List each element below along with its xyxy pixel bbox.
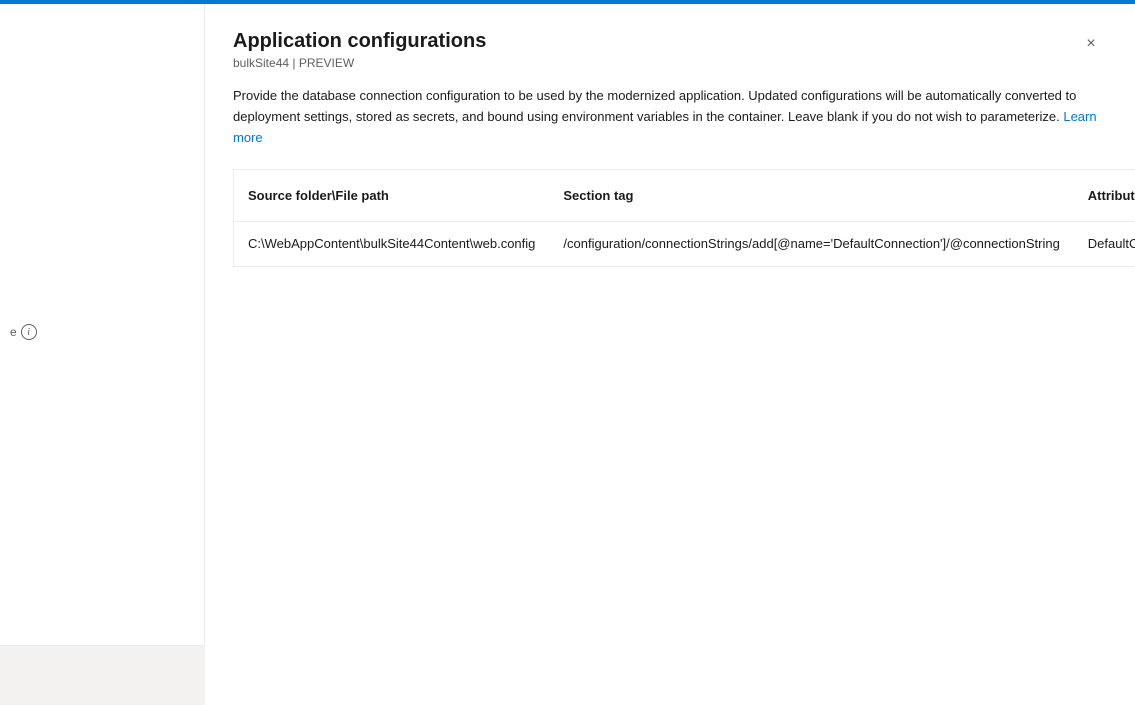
cell-section: /configuration/connectionStrings/add[@na… xyxy=(549,221,1073,266)
sidebar-bottom xyxy=(0,645,205,705)
info-icon: i xyxy=(21,324,37,340)
table-header: Source folder\File path Section tag Attr… xyxy=(234,169,1135,221)
dialog-subtitle-badge: PREVIEW xyxy=(299,56,354,70)
dialog-subtitle-name: bulkSite44 xyxy=(233,56,289,70)
sidebar-info-text: e xyxy=(10,325,17,339)
col-header-section: Section tag xyxy=(549,169,1073,221)
dialog-panel: Application configurations bulkSite44 | … xyxy=(205,4,1135,705)
dialog-title: Application configurations xyxy=(233,28,486,54)
table-body: C:\WebAppContent\bulkSite44Content\web.c… xyxy=(234,221,1135,266)
sidebar-info-area: e i xyxy=(10,324,37,340)
dialog-title-area: Application configurations bulkSite44 | … xyxy=(233,28,486,70)
dialog-subtitle: bulkSite44 | PREVIEW xyxy=(233,56,486,70)
description-text: Provide the database connection configur… xyxy=(233,86,1107,148)
cell-attribute: DefaultConnection xyxy=(1074,221,1135,266)
table-row: C:\WebAppContent\bulkSite44Content\web.c… xyxy=(234,221,1135,266)
close-button[interactable]: × xyxy=(1075,28,1107,60)
close-icon: × xyxy=(1086,35,1095,53)
col-header-source: Source folder\File path xyxy=(234,169,550,221)
dialog-body: Provide the database connection configur… xyxy=(205,70,1135,705)
config-table: Source folder\File path Section tag Attr… xyxy=(233,168,1135,267)
sidebar: e i xyxy=(0,4,205,705)
dialog-header: Application configurations bulkSite44 | … xyxy=(205,4,1135,70)
table-header-row: Source folder\File path Section tag Attr… xyxy=(234,169,1135,221)
col-header-attribute: Attribute name xyxy=(1074,169,1135,221)
cell-source: C:\WebAppContent\bulkSite44Content\web.c… xyxy=(234,221,550,266)
